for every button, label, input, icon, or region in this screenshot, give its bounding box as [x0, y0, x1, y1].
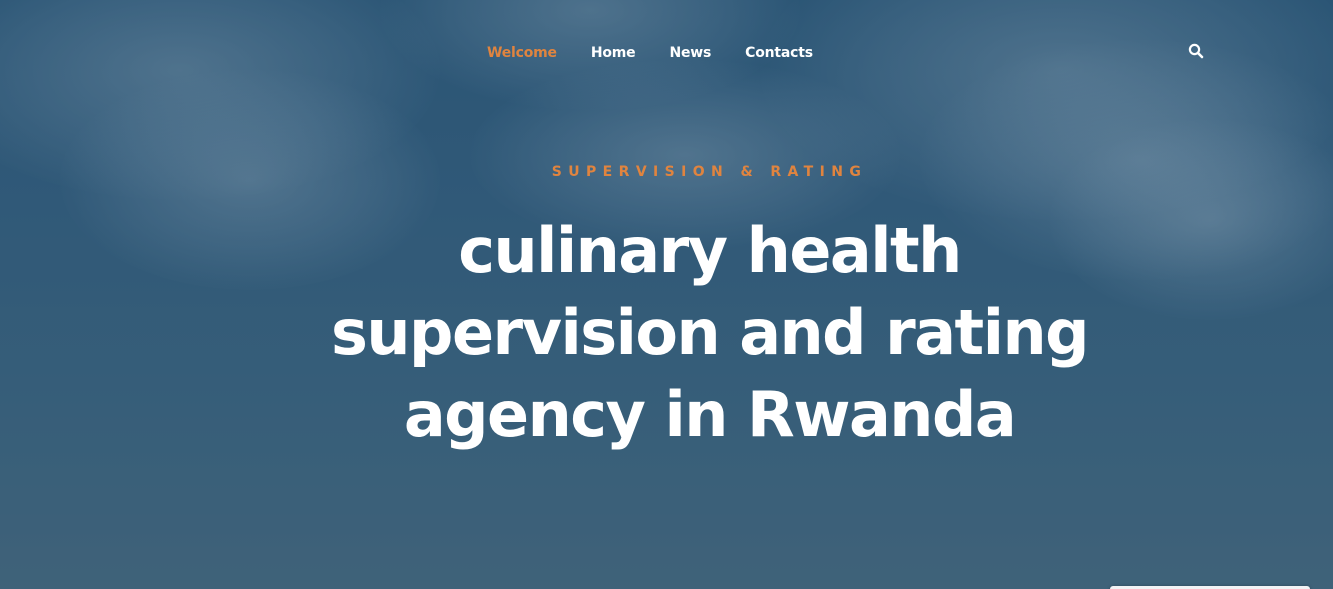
headline-line: culinary health: [458, 214, 962, 287]
nav-menu: Welcome Home News Contacts: [487, 42, 847, 61]
headline-line: supervision and rating: [331, 296, 1089, 369]
nav-item-contacts: Contacts: [745, 42, 813, 61]
hero-eyebrow: SUPERVISION & RATING: [551, 164, 868, 180]
search-icon: [1188, 43, 1204, 59]
nav-link-contacts[interactable]: Contacts: [745, 45, 813, 61]
hero-headline: culinary health supervision and rating a…: [0, 210, 1333, 456]
nav-link-welcome[interactable]: Welcome: [487, 45, 557, 61]
main-navigation: Welcome Home News Contacts: [0, 42, 1333, 64]
nav-item-welcome: Welcome: [487, 42, 557, 61]
search-button[interactable]: [1188, 43, 1204, 59]
nav-item-home: Home: [591, 42, 636, 61]
headline-line: agency in Rwanda: [403, 378, 1017, 451]
nav-link-news[interactable]: News: [669, 45, 711, 61]
nav-item-news: News: [669, 42, 711, 61]
nav-link-home[interactable]: Home: [591, 45, 636, 61]
hero-section: Welcome Home News Contacts SUPERVISION &…: [0, 0, 1333, 589]
